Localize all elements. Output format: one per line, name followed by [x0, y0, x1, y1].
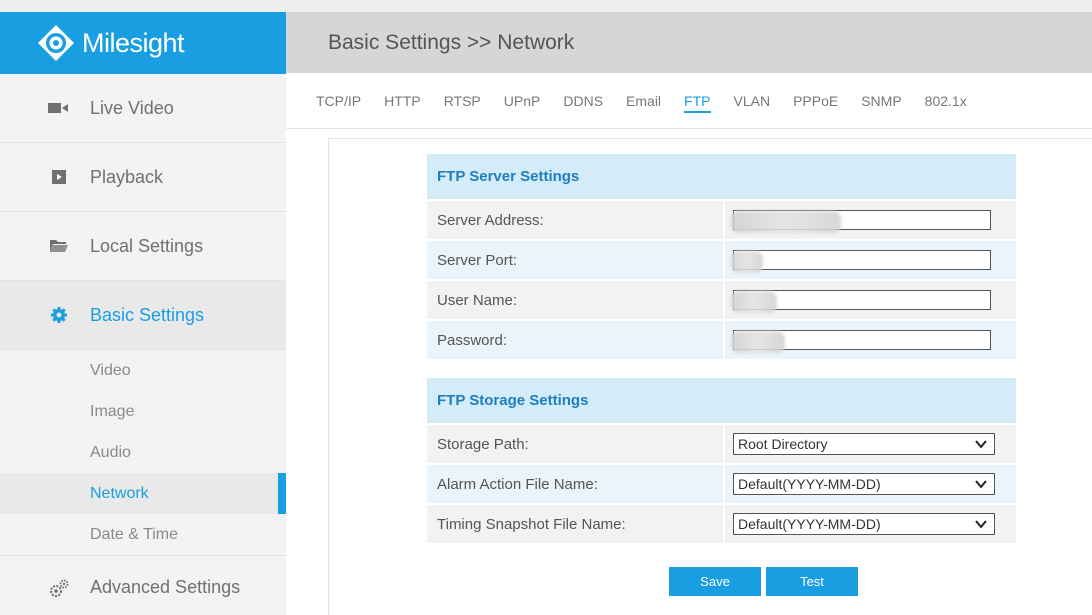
form-row: Storage Path: Root Directory — [427, 423, 1016, 463]
submenu-item-network[interactable]: Network — [0, 473, 286, 514]
sidebar-item-label: Playback — [90, 166, 164, 187]
sidebar: Milesight Live Video Playback Local Sett… — [0, 12, 286, 615]
ftp-server-settings: FTP Server Settings Server Address: Serv… — [427, 154, 1016, 359]
page-title: Basic Settings >> Network — [328, 30, 575, 54]
timing-snapshot-file-name-select[interactable]: Default(YYYY-MM-DD) — [733, 513, 995, 535]
tab-vlan[interactable]: VLAN — [734, 93, 771, 113]
form-row: Server Address: — [427, 199, 1016, 239]
submenu-item-video[interactable]: Video — [0, 350, 286, 391]
storage-path-label: Storage Path: — [437, 435, 529, 453]
selected-value: Root Directory — [738, 436, 828, 452]
gears-icon — [48, 579, 70, 597]
selected-value: Default(YYYY-MM-DD) — [738, 476, 881, 492]
storage-path-cell: Root Directory — [723, 425, 1016, 463]
submenu-item-image[interactable]: Image — [0, 391, 286, 432]
main-area: Basic Settings >> Network TCP/IP HTTP RT… — [286, 12, 1092, 615]
video-camera-icon — [48, 100, 70, 116]
server-port-label: Server Port: — [437, 251, 518, 269]
password-label: Password: — [437, 331, 508, 349]
user-name-cell — [723, 281, 1016, 319]
tab-tcp-ip[interactable]: TCP/IP — [316, 93, 361, 113]
gear-icon — [48, 307, 70, 323]
password-cell — [723, 321, 1016, 359]
play-icon — [48, 169, 70, 185]
server-port-input[interactable] — [733, 250, 991, 270]
sidebar-item-label: Advanced Settings — [90, 577, 241, 597]
tab-email[interactable]: Email — [626, 93, 661, 113]
timing-snapshot-file-name-label: Timing Snapshot File Name: — [437, 515, 626, 533]
ftp-storage-settings: FTP Storage Settings Storage Path: Root … — [427, 378, 1016, 543]
chevron-down-icon — [975, 480, 987, 489]
redacted-value — [731, 291, 777, 313]
tab-pppoe[interactable]: PPPoE — [793, 93, 838, 113]
user-name-label: User Name: — [437, 291, 518, 309]
selected-value: Default(YYYY-MM-DD) — [738, 516, 881, 532]
form-row: Alarm Action File Name: Default(YYYY-MM-… — [427, 463, 1016, 503]
sidebar-item-live-video[interactable]: Live Video — [0, 74, 286, 143]
alarm-file-name-select[interactable]: Default(YYYY-MM-DD) — [733, 473, 995, 495]
brand-name: Milesight — [82, 27, 185, 58]
section-title: FTP Storage Settings — [427, 378, 1016, 423]
form-row: Timing Snapshot File Name: Default(YYYY-… — [427, 503, 1016, 543]
tab-ddns[interactable]: DDNS — [563, 93, 603, 113]
tab-rtsp[interactable]: RTSP — [444, 93, 481, 113]
tab-8021x[interactable]: 802.1x — [925, 93, 967, 113]
redacted-value — [731, 211, 841, 233]
sidebar-item-advanced-settings[interactable]: Advanced Settings — [0, 555, 286, 615]
redacted-value — [731, 331, 785, 353]
sidebar-item-label: Local Settings — [90, 235, 204, 256]
submenu-item-date-time[interactable]: Date & Time — [0, 514, 286, 555]
sidebar-item-local-settings[interactable]: Local Settings — [0, 212, 286, 281]
server-port-cell — [723, 241, 1016, 279]
tab-http[interactable]: HTTP — [384, 93, 421, 113]
action-buttons: Save Test — [669, 567, 863, 596]
form-row: Server Port: — [427, 239, 1016, 279]
top-strip — [0, 0, 1092, 12]
basic-settings-submenu: Video Image Audio Network Date & Time — [0, 350, 286, 555]
timing-snapshot-file-name-cell: Default(YYYY-MM-DD) — [723, 505, 1016, 543]
section-title: FTP Server Settings — [427, 154, 1016, 199]
server-address-cell — [723, 201, 1016, 239]
sidebar-item-label: Live Video — [90, 97, 174, 118]
folder-icon — [48, 238, 70, 254]
server-address-label: Server Address: — [437, 211, 544, 229]
alarm-file-name-label: Alarm Action File Name: — [437, 475, 598, 493]
sidebar-item-playback[interactable]: Playback — [0, 143, 286, 212]
tab-snmp[interactable]: SNMP — [861, 93, 901, 113]
header-bar: Basic Settings >> Network — [286, 12, 1092, 73]
sidebar-item-basic-settings[interactable]: Basic Settings — [0, 281, 286, 350]
network-tabs: TCP/IP HTTP RTSP UPnP DDNS Email FTP VLA… — [286, 73, 1092, 129]
test-button[interactable]: Test — [766, 567, 858, 596]
save-button[interactable]: Save — [669, 567, 761, 596]
logo-bar: Milesight — [0, 12, 286, 74]
storage-path-select[interactable]: Root Directory — [733, 433, 995, 455]
tab-upnp[interactable]: UPnP — [504, 93, 541, 113]
redacted-value — [731, 251, 763, 273]
chevron-down-icon — [975, 520, 987, 529]
app-window: Milesight Live Video Playback Local Sett… — [0, 0, 1092, 615]
chevron-down-icon — [975, 440, 987, 449]
submenu-item-audio[interactable]: Audio — [0, 432, 286, 473]
tab-ftp[interactable]: FTP — [684, 93, 711, 113]
milesight-logo-icon — [38, 25, 74, 61]
form-row: User Name: — [427, 279, 1016, 319]
sidebar-item-label: Basic Settings — [90, 304, 205, 325]
form-row: Password: — [427, 319, 1016, 359]
alarm-file-name-cell: Default(YYYY-MM-DD) — [723, 465, 1016, 503]
